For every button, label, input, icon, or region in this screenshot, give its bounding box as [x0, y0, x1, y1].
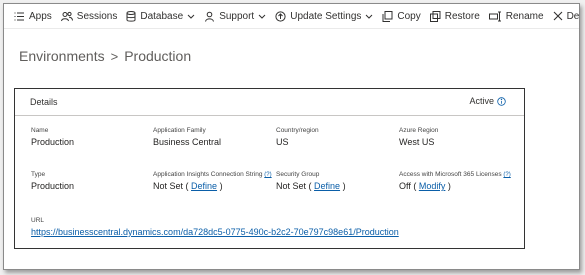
field-url: URL https://businesscentral.dynamics.com… [31, 217, 399, 238]
field-value: US [276, 137, 289, 147]
field-label: Application Family [153, 127, 206, 134]
info-icon[interactable] [497, 96, 506, 106]
apps-label: Apps [29, 10, 52, 22]
field-value: West US [399, 137, 435, 147]
field-security-group: Security Group Not Set ( Define ) [276, 171, 346, 192]
restore-icon [429, 10, 441, 22]
chevron-down-icon [258, 14, 266, 19]
field-name: Name Production [31, 127, 74, 148]
value-prefix: Not Set ( [153, 181, 189, 191]
modify-link[interactable]: Modify [419, 181, 446, 191]
details-header: Details Active [15, 89, 524, 116]
users-icon [60, 11, 73, 21]
field-value: Business Central [153, 137, 222, 147]
restore-button[interactable]: Restore [429, 4, 480, 28]
field-label: Access with Microsoft 365 Licenses (?) [399, 171, 524, 179]
field-app-insights: Application Insights Connection String (… [153, 171, 275, 192]
define-link[interactable]: Define [314, 181, 340, 191]
sessions-button[interactable]: Sessions [60, 4, 118, 28]
details-card: Details Active Name Production Applicati… [14, 88, 525, 249]
environment-window: Apps Sessions Database Support Update Se… [3, 3, 580, 270]
close-icon [553, 11, 562, 21]
value-suffix: ) [342, 181, 346, 191]
help-link[interactable]: (?) [503, 172, 510, 178]
breadcrumb: Environments > Production [19, 48, 191, 64]
field-label: Country/region [276, 127, 319, 134]
environment-url-link[interactable]: https://businesscentral.dynamics.com/da7… [31, 227, 399, 237]
rename-label: Rename [505, 10, 544, 22]
command-bar: Apps Sessions Database Support Update Se… [4, 4, 579, 29]
help-link[interactable]: (?) [264, 172, 271, 178]
delete-label: Delete [566, 10, 580, 22]
define-link[interactable]: Define [191, 181, 217, 191]
status-text: Active [469, 96, 494, 106]
rename-button[interactable]: Rename [488, 4, 544, 28]
sessions-label: Sessions [76, 10, 118, 22]
value-prefix: Off ( [399, 181, 417, 191]
database-label: Database [140, 10, 184, 22]
field-label-text: Application Insights Connection String [153, 171, 263, 178]
person-support-icon [205, 11, 215, 22]
field-label: Application Insights Connection String (… [153, 171, 275, 179]
field-label: Name [31, 127, 49, 134]
field-value: Not Set ( Define ) [153, 181, 275, 192]
field-label: Type [31, 171, 46, 178]
field-label: Azure Region [399, 127, 439, 134]
field-label: Security Group [276, 171, 320, 178]
support-menu[interactable]: Support [204, 4, 266, 28]
delete-button[interactable]: Delete [553, 4, 580, 28]
database-icon [126, 10, 136, 22]
breadcrumb-current: Production [124, 48, 192, 64]
chevron-down-icon [187, 14, 195, 19]
apps-button[interactable]: Apps [14, 4, 52, 28]
field-value: Off ( Modify ) [399, 181, 524, 192]
field-application-family: Application Family Business Central [153, 127, 221, 148]
breadcrumb-separator: > [110, 48, 119, 64]
copy-icon [382, 10, 393, 22]
field-label-text: Access with Microsoft 365 Licenses [399, 171, 502, 178]
restore-label: Restore [444, 10, 480, 22]
rename-icon [488, 11, 501, 21]
copy-button[interactable]: Copy [382, 4, 421, 28]
details-title: Details [30, 97, 58, 107]
copy-label: Copy [397, 10, 421, 22]
update-settings-label: Update Settings [290, 10, 362, 22]
field-m365-access: Access with Microsoft 365 Licenses (?) O… [399, 171, 524, 192]
field-azure-region: Azure Region West US [399, 127, 438, 148]
update-settings-menu[interactable]: Update Settings [275, 4, 373, 28]
value-prefix: Not Set ( [276, 181, 312, 191]
apps-list-icon [14, 12, 24, 20]
field-value: Production [31, 137, 75, 147]
chevron-down-icon [366, 14, 373, 19]
field-value: https://businesscentral.dynamics.com/da7… [31, 227, 399, 238]
status-badge: Active [469, 96, 506, 106]
field-value: Production [31, 181, 75, 191]
field-value: Not Set ( Define ) [276, 181, 346, 192]
value-suffix: ) [219, 181, 223, 191]
field-country-region: Country/region US [276, 127, 319, 148]
field-type: Type Production [31, 171, 74, 192]
breadcrumb-environments[interactable]: Environments [19, 48, 105, 64]
value-suffix: ) [447, 181, 451, 191]
database-menu[interactable]: Database [126, 4, 195, 28]
support-label: Support [219, 10, 255, 22]
update-arrow-icon [275, 10, 286, 22]
field-label: URL [31, 217, 45, 224]
